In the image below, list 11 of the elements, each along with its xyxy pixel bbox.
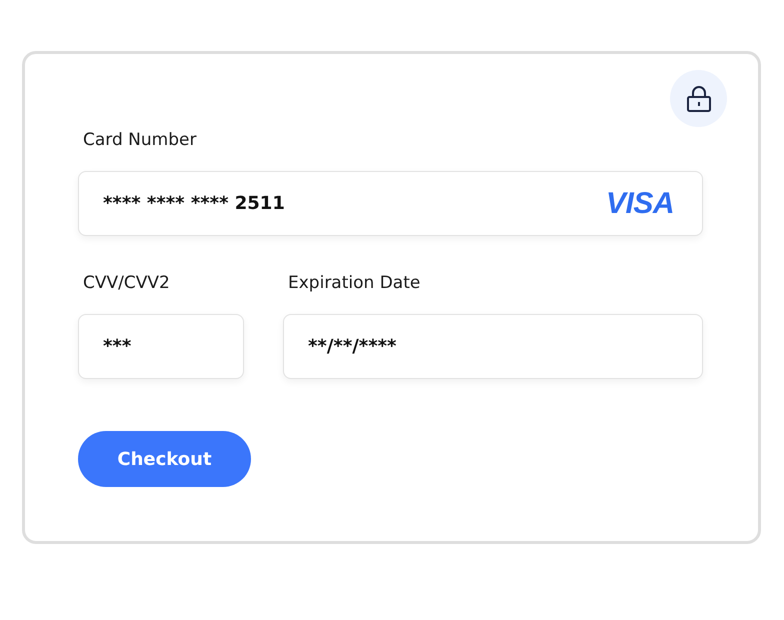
field-label: Card Number — [83, 130, 198, 150]
card-brand: VISA — [606, 186, 674, 220]
checkout-button[interactable]: Checkout — [78, 431, 251, 487]
field-value: *** — [103, 336, 132, 357]
field-value: **/**/**** — [308, 336, 396, 357]
field-value: **** **** **** 2511 — [103, 193, 285, 214]
expiration-field[interactable]: **/**/**** — [283, 314, 703, 379]
field-label: CVV/CVV2 — [83, 273, 171, 293]
cvv-field[interactable]: *** — [78, 314, 244, 379]
field-label: Expiration Date — [288, 273, 422, 293]
card-number-field[interactable]: **** **** **** 2511 VISA — [78, 171, 703, 236]
